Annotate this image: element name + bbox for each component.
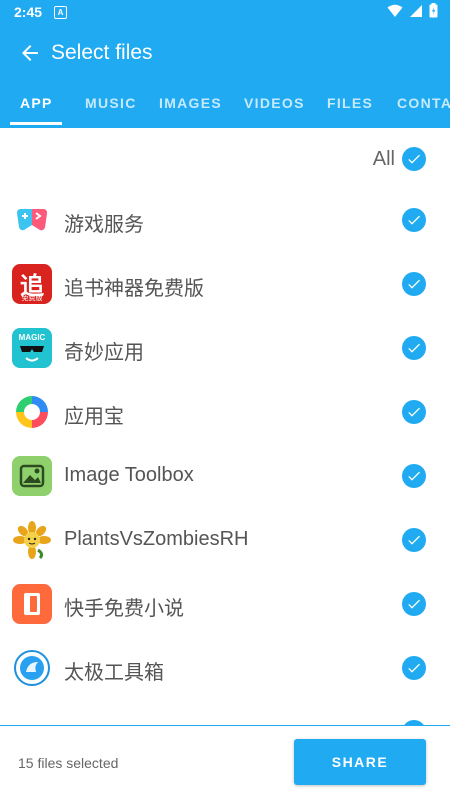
selected-count: 15 files selected [18, 755, 119, 771]
icon-subtext: 免费版 [21, 295, 43, 302]
tab-files[interactable]: FILES [327, 95, 373, 111]
taiji-toolbox-icon [12, 648, 52, 688]
bottom-bar: 15 files selected SHARE [0, 725, 450, 801]
check-icon [408, 471, 420, 481]
battery-icon [429, 3, 438, 18]
status-icons [387, 3, 438, 18]
check-icon [408, 215, 420, 225]
app-name: 太极工具箱 [64, 662, 164, 684]
app-name: PlantsVsZombiesRH [64, 528, 249, 550]
app-checkbox[interactable] [402, 400, 426, 424]
yingyongbao-icon [12, 392, 52, 432]
app-name: 快手免费小说 [64, 598, 184, 620]
app-checkbox[interactable] [402, 208, 426, 232]
app-name: 追书神器免费版 [64, 278, 204, 300]
app-name: 游戏服务 [64, 214, 144, 236]
tab-contacts[interactable]: CONTA [397, 95, 450, 111]
magic-app-icon: MAGIC [12, 328, 52, 368]
tab-videos[interactable]: VIDEOS [244, 95, 305, 111]
check-icon [408, 663, 420, 673]
list-item[interactable]: 应用宝 [0, 380, 450, 444]
list-item[interactable]: 追 免费版 追书神器免费版 [0, 252, 450, 316]
tab-images[interactable]: IMAGES [159, 95, 222, 111]
kuaishou-novel-icon [12, 584, 52, 624]
app-checkbox[interactable] [402, 336, 426, 360]
check-icon [408, 343, 420, 353]
app-checkbox[interactable] [402, 464, 426, 488]
status-bar: 2:45 A [0, 0, 450, 24]
check-icon [408, 535, 420, 545]
check-icon [408, 599, 420, 609]
list-item[interactable]: Image Toolbox [0, 444, 450, 508]
zhuishu-icon: 追 免费版 [12, 264, 52, 304]
plants-vs-zombies-icon [12, 520, 52, 560]
arrow-back-icon [22, 45, 38, 61]
select-all-label: All [372, 148, 395, 170]
game-service-icon [12, 200, 52, 240]
list-item[interactable]: 游戏服务 [0, 188, 450, 252]
app-checkbox[interactable] [402, 592, 426, 616]
select-all-checkbox[interactable] [402, 147, 426, 171]
list-item[interactable]: 太极工具箱 [0, 636, 450, 700]
tab-app[interactable]: APP [20, 95, 53, 111]
check-icon [408, 279, 420, 289]
status-time: 2:45 [14, 4, 43, 20]
app-name: 应用宝 [64, 406, 124, 428]
app-checkbox[interactable] [402, 272, 426, 296]
toolbar: Select files [0, 28, 450, 78]
back-button[interactable] [14, 37, 46, 69]
wifi-icon [387, 4, 403, 17]
tab-indicator [10, 122, 62, 125]
app-checkbox[interactable] [402, 528, 426, 552]
signal-icon [410, 4, 422, 17]
notification-icon: A [54, 6, 67, 19]
app-checkbox[interactable] [402, 656, 426, 680]
app-bar: 2:45 A Select files APP MUSIC IMAGES VID… [0, 0, 450, 128]
page-title: Select files [51, 41, 153, 64]
share-button[interactable]: SHARE [294, 739, 426, 785]
tab-bar: APP MUSIC IMAGES VIDEOS FILES CONTA [0, 85, 450, 125]
image-toolbox-icon [12, 456, 52, 496]
list-item[interactable]: 快手免费小说 [0, 572, 450, 636]
check-icon [408, 154, 420, 164]
list-item[interactable]: PlantsVsZombiesRH [0, 508, 450, 572]
check-icon [408, 407, 420, 417]
app-name: Image Toolbox [64, 464, 194, 486]
select-all-row[interactable]: All [0, 138, 450, 180]
app-name: 奇妙应用 [64, 342, 144, 364]
tab-music[interactable]: MUSIC [85, 95, 137, 111]
list-item[interactable]: MAGIC 奇妙应用 [0, 316, 450, 380]
